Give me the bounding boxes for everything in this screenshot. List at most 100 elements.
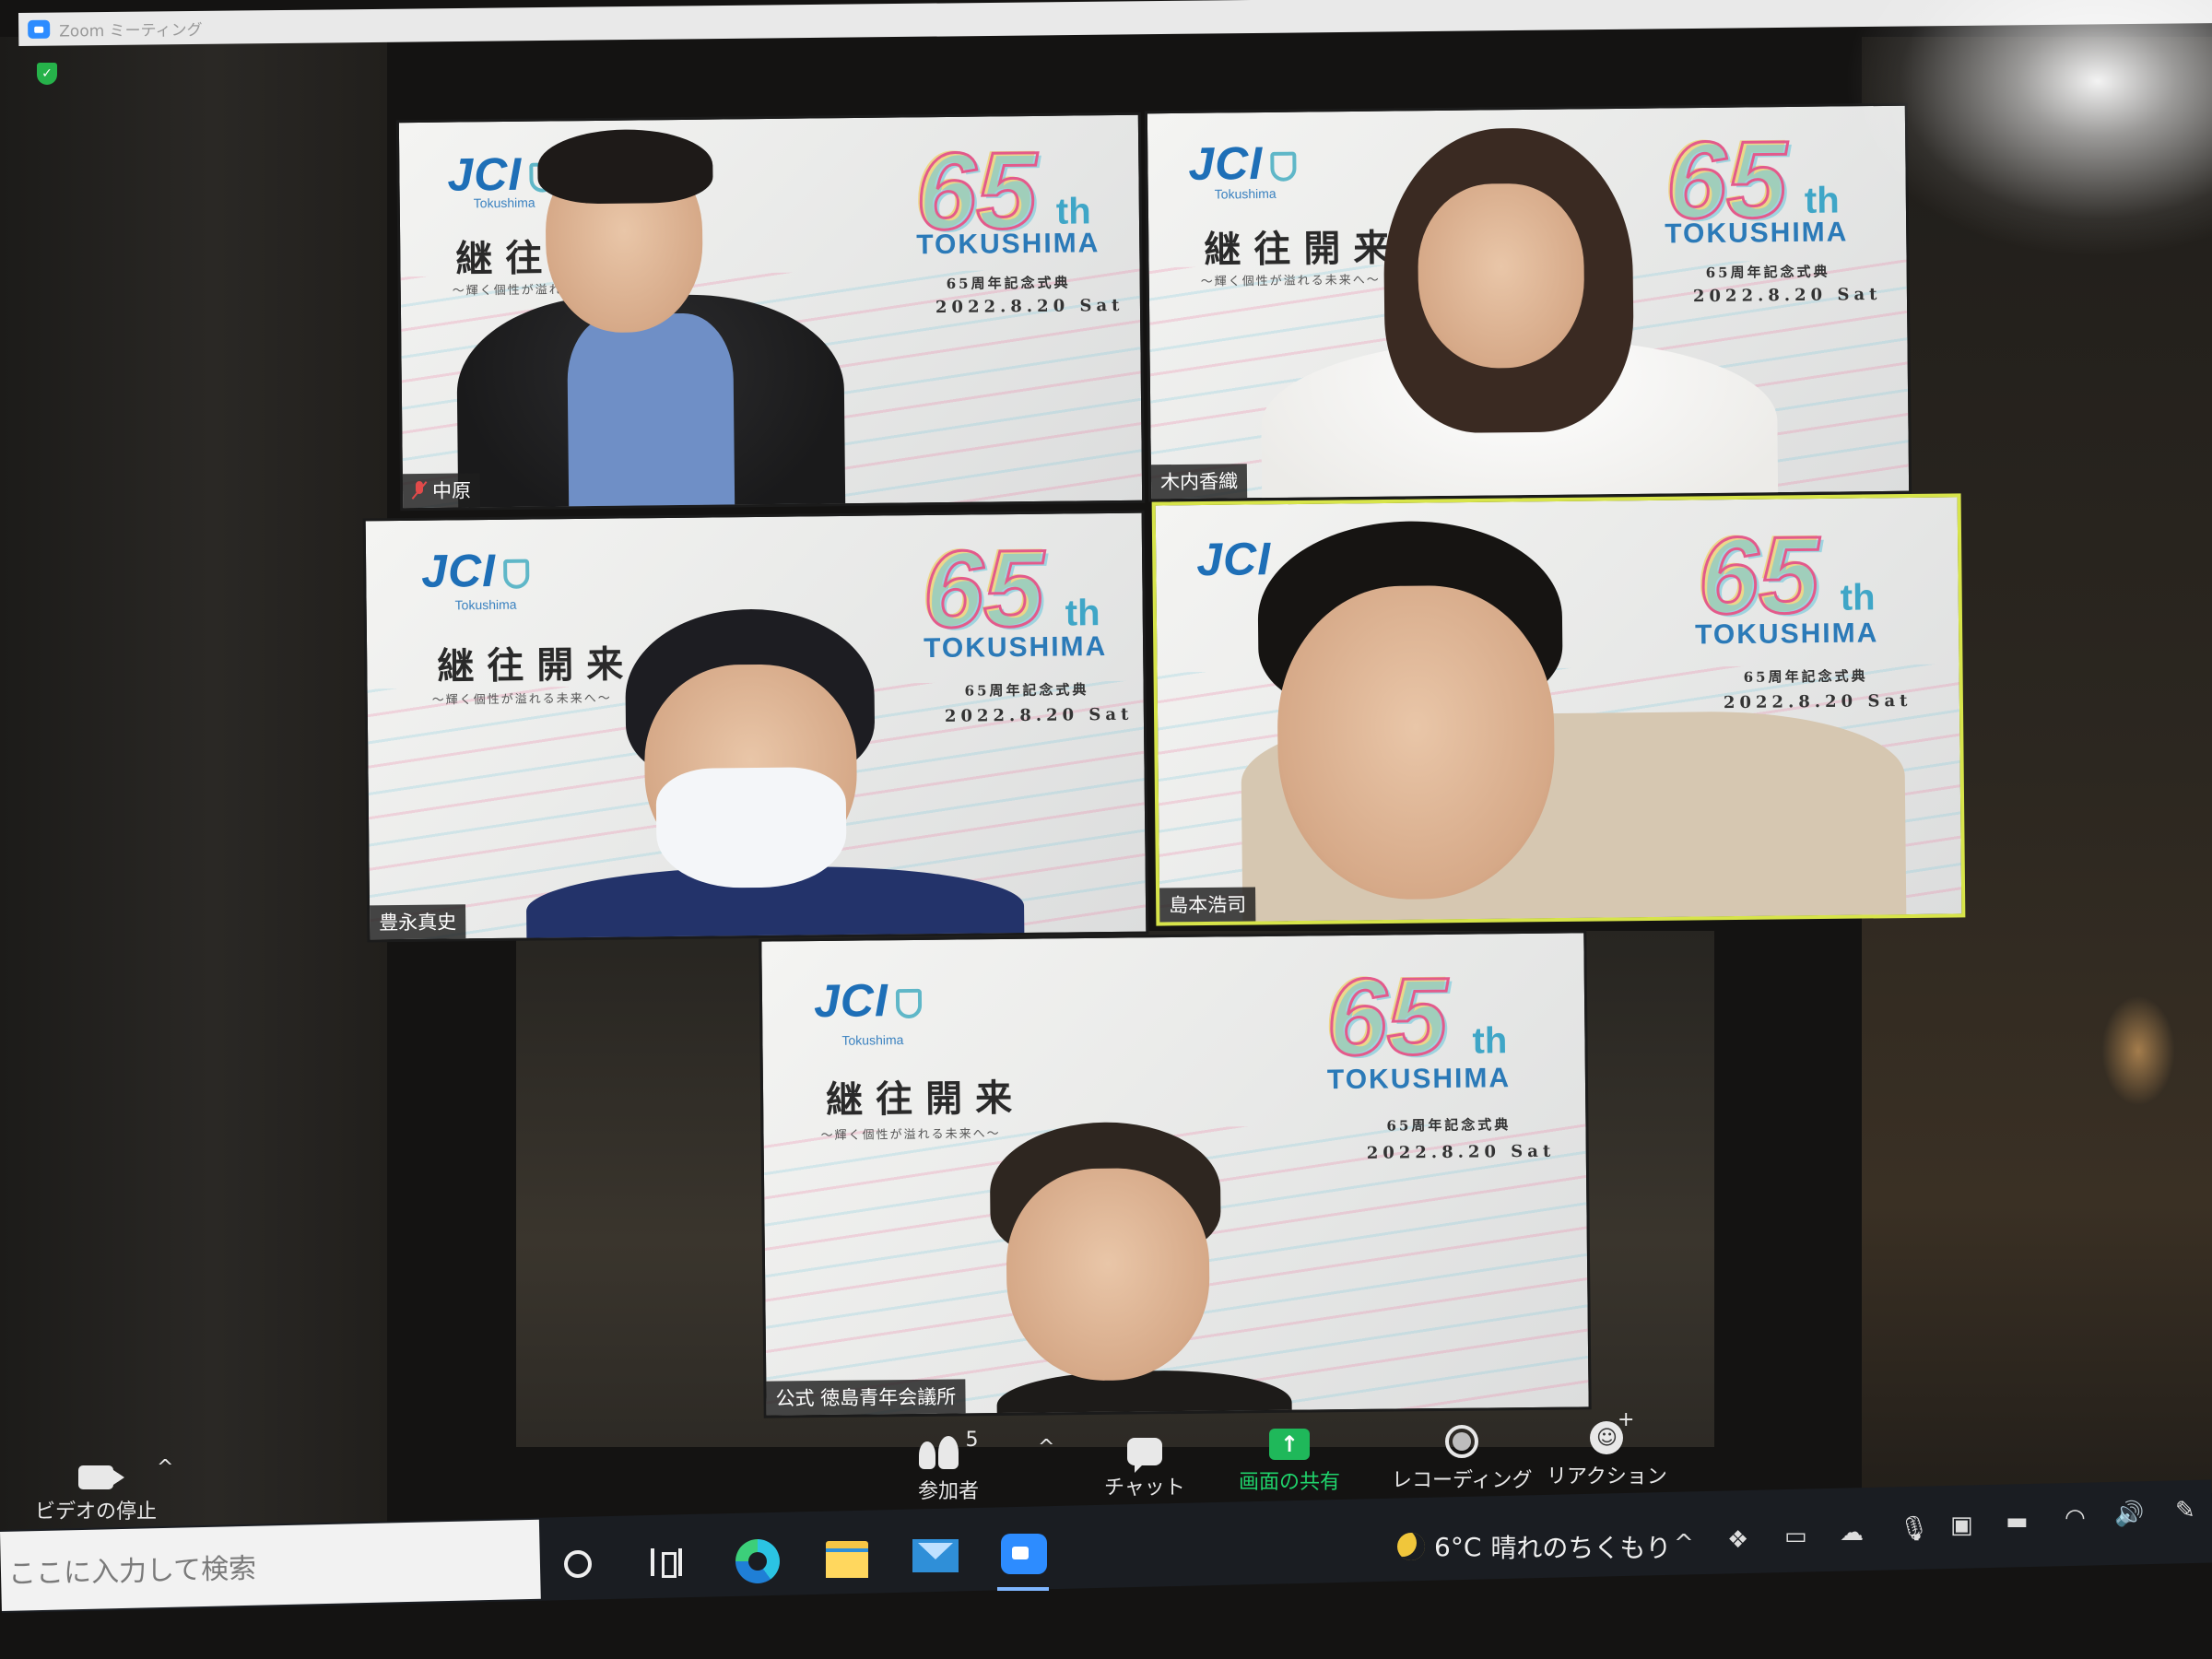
slogan-text: 継往開来 (825, 1076, 1026, 1122)
participant-name: 木内香織 (1159, 470, 1239, 494)
participant-name-tag: 木内香織 (1150, 464, 1248, 500)
onedrive-cloud-icon[interactable]: ☁ (1840, 1519, 1864, 1547)
participant-name: 公式 徳島青年会議所 (775, 1385, 957, 1410)
jci-subtitle: Tokushima (454, 596, 517, 613)
anniversary-number: 65 (1324, 954, 1450, 1079)
reaction-smiley-icon: ☺ (1590, 1408, 1634, 1454)
participant-hair (536, 128, 713, 205)
participant-face (1417, 182, 1585, 370)
zoom-taskbar-icon[interactable] (1001, 1534, 1047, 1574)
video-tile-5[interactable]: JCI Tokushima 継往開来 〜輝く個性が溢れる未来へ〜 65 th T… (759, 930, 1592, 1418)
jci-logo: JCI (814, 973, 923, 1028)
video-tile-3[interactable]: JCI Tokushima 継往開来 〜輝く個性が溢れる未来へ〜 65 th T… (362, 510, 1149, 943)
search-placeholder: ここに入力して検索 (7, 1552, 257, 1591)
record-icon (1445, 1425, 1479, 1458)
share-screen-label: 画面の共有 (1239, 1471, 1341, 1494)
slogan-subtext: 〜輝く個性が溢れる未来へ〜 (1200, 273, 1381, 289)
participant-shirt (567, 312, 735, 512)
battery-icon[interactable]: ▬ (2006, 1508, 2029, 1535)
participant-mask (655, 766, 847, 889)
slogan-subtext: 〜輝く個性が溢れる未来へ〜 (431, 691, 612, 708)
anniversary-suffix: th (1055, 191, 1091, 232)
participants-options-caret-icon[interactable]: ^ (1038, 1436, 1054, 1459)
ceremony-date: 2022.8.20 Sat (944, 704, 1134, 726)
participant-face (1276, 584, 1557, 901)
city-name: TOKUSHIMA (1326, 1063, 1512, 1096)
weather-temperature: 6°C (1434, 1531, 1482, 1562)
participant-name-tag: 公式 徳島青年会議所 (766, 1379, 966, 1416)
zoom-app-icon (28, 19, 51, 39)
dropbox-icon[interactable]: ❖ (1727, 1526, 1748, 1554)
tray-overflow-caret-icon[interactable]: ^ (1674, 1530, 1694, 1558)
weather-condition: 晴れのちくもり (1490, 1533, 1672, 1563)
video-tile-2[interactable]: JCI Tokushima 継往開来 〜輝く個性が溢れる未来へ〜 65 th T… (1144, 102, 1912, 502)
participants-icon (918, 1436, 959, 1469)
ceremony-date: 2022.8.20 Sat (1723, 690, 1912, 713)
record-button[interactable]: レコーディング (1392, 1418, 1532, 1493)
microphone-icon[interactable]: 🎙 (1899, 1515, 1929, 1543)
video-tile-4-active-speaker[interactable]: JCI 65 th TOKUSHIMA 65周年記念式典 2022.8.20 S… (1151, 493, 1966, 926)
cortana-icon[interactable] (564, 1550, 592, 1578)
jci-subtitle: Tokushima (473, 194, 535, 211)
encryption-shield-icon[interactable]: ✓ (37, 63, 57, 85)
jci-logo: JCI (421, 544, 530, 598)
participant-face (1005, 1167, 1211, 1382)
zoom-active-indicator (997, 1587, 1049, 1591)
reactions-button[interactable]: ☺ リアクション (1547, 1408, 1667, 1489)
volume-speaker-icon[interactable]: 🔊 (2114, 1500, 2144, 1528)
jci-subtitle: Tokushima (841, 1032, 904, 1048)
jci-logo: JCI (1188, 136, 1297, 191)
participant-name: 中原 (431, 479, 472, 502)
crescent-moon-icon (1397, 1533, 1425, 1560)
city-name: TOKUSHIMA (923, 631, 1108, 665)
ceremony-title: 65周年記念式典 (1705, 263, 1830, 281)
ceremony-date: 2022.8.20 Sat (1692, 284, 1882, 307)
pen-icon[interactable]: ✎ (2175, 1497, 2195, 1524)
weather-widget[interactable]: 6°C 晴れのちくもり (1397, 1528, 1671, 1565)
participant-name: 豊永真史 (379, 911, 457, 935)
room-background-left (0, 37, 387, 1530)
chat-icon (1126, 1438, 1162, 1473)
jci-subtitle: Tokushima (1214, 185, 1277, 202)
anniversary-suffix: th (1804, 180, 1840, 221)
participants-count: 5 (965, 1429, 979, 1452)
video-tile-1[interactable]: JCI Tokushima 継往開来 〜輝く個性が溢れる未来へ〜 65 th T… (395, 112, 1146, 512)
file-explorer-icon[interactable] (826, 1541, 868, 1578)
slogan-text: 継往開来 (437, 642, 637, 688)
wifi-icon[interactable]: ◠ (2065, 1504, 2086, 1532)
stop-video-button[interactable]: ビデオの停止 (35, 1449, 157, 1524)
anniversary-suffix: th (1065, 593, 1100, 634)
ceremony-title: 65周年記念式典 (1743, 667, 1868, 686)
share-screen-button[interactable]: ↑ 画面の共有 (1239, 1419, 1340, 1495)
chat-button[interactable]: チャット (1104, 1425, 1185, 1500)
ceremony-title: 65周年記念式典 (946, 274, 1071, 293)
meet-now-icon[interactable]: ▭ (1784, 1523, 1807, 1550)
edge-browser-icon[interactable] (735, 1539, 780, 1583)
share-screen-icon: ↑ (1269, 1429, 1310, 1460)
video-camera-icon (78, 1465, 124, 1489)
record-label: レコーディング (1392, 1469, 1533, 1492)
video-options-caret-icon[interactable]: ^ (157, 1456, 173, 1479)
mail-app-icon[interactable] (912, 1539, 959, 1572)
participant-name-tag: 中原 (402, 473, 481, 509)
lamp-glow (2101, 995, 2175, 1106)
reactions-label: リアクション (1547, 1465, 1667, 1488)
ceremony-date: 2022.8.20 Sat (935, 295, 1124, 318)
participants-label: 参加者 (918, 1480, 980, 1503)
slogan-text: 継往開来 (1204, 226, 1404, 272)
taskbar-search-input[interactable]: ここに入力して検索 (0, 1519, 541, 1611)
chat-label: チャット (1104, 1477, 1185, 1500)
participant-name-tag: 島本浩司 (1159, 887, 1256, 923)
window-title: Zoom ミーティング (59, 20, 203, 41)
ceremony-title: 65周年記念式典 (964, 681, 1089, 700)
mic-muted-icon (412, 481, 427, 500)
anniversary-suffix: th (1840, 577, 1876, 618)
task-view-icon[interactable] (651, 1548, 682, 1578)
stop-video-label: ビデオの停止 (35, 1500, 158, 1524)
ceremony-date: 2022.8.20 Sat (1366, 1141, 1556, 1163)
jci-logo: JCI (1195, 533, 1272, 586)
city-name: TOKUSHIMA (1665, 217, 1849, 250)
display-icon[interactable]: ▣ (1950, 1512, 1973, 1539)
participants-button[interactable]: 5 参加者 (918, 1429, 979, 1504)
ceremony-title: 65周年記念式典 (1386, 1116, 1512, 1135)
